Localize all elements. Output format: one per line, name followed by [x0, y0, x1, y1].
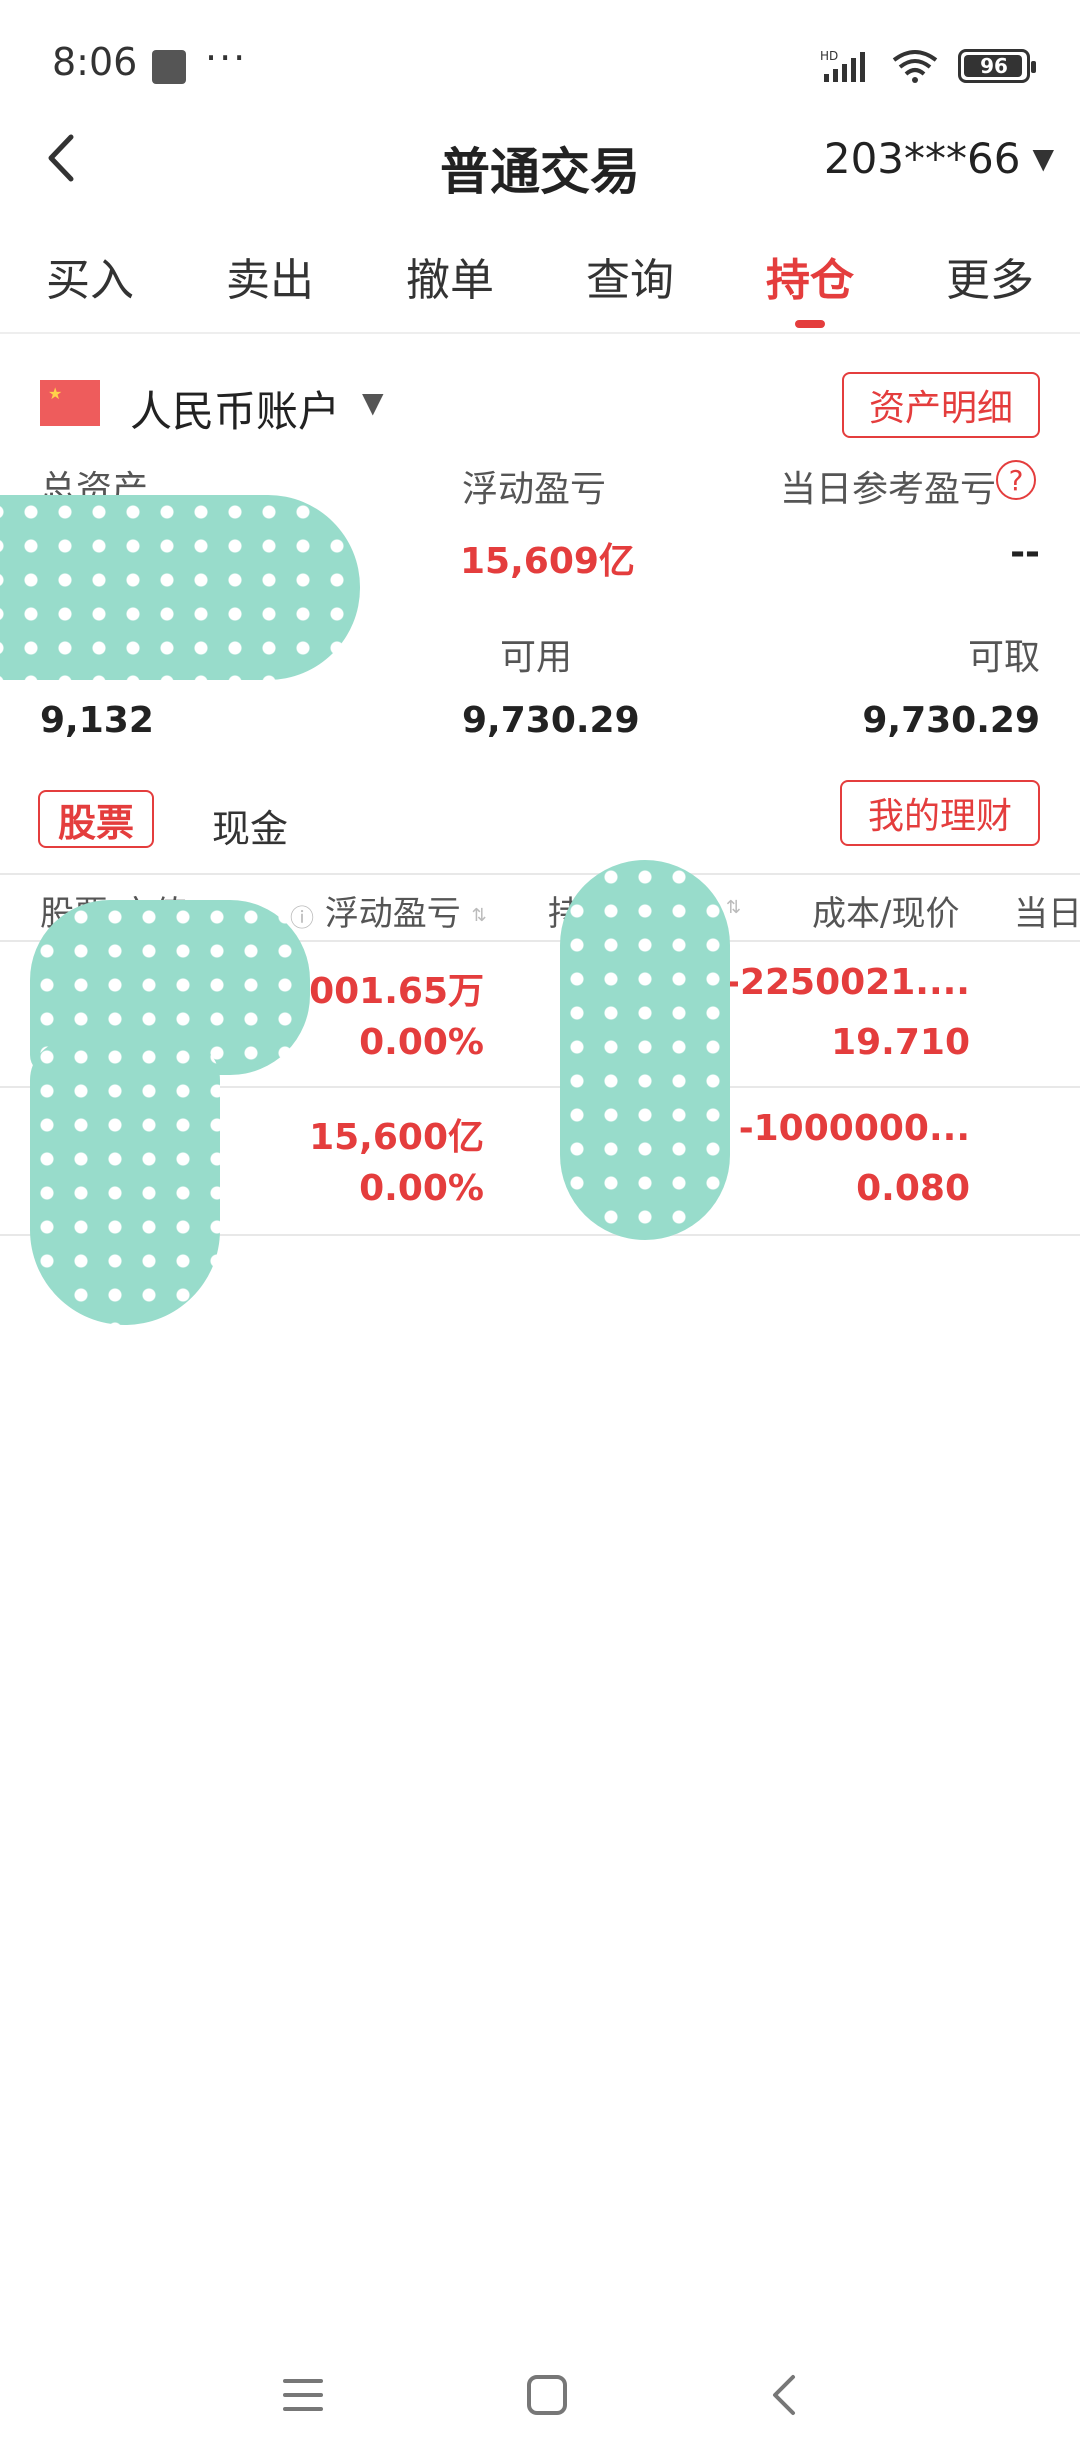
tab-cancel[interactable]: 撤单 — [360, 244, 540, 334]
pl-amount: 15,600亿 — [309, 1117, 484, 1158]
menu-icon[interactable] — [281, 2375, 325, 2415]
sort-icon: ⇅ — [471, 905, 487, 926]
cost-price: -1000000... — [738, 1108, 970, 1149]
my-finance-button[interactable]: 我的理财 — [840, 780, 1040, 846]
daily-pl-value: -- — [1010, 532, 1040, 573]
col-cost-label: 成本/现价 — [812, 894, 960, 934]
account-number: 203***66 — [823, 134, 1021, 183]
current-price: 19.710 — [831, 1022, 970, 1063]
subtab-cash[interactable]: 现金 — [212, 798, 288, 853]
available-value: 9,730.29 — [462, 700, 640, 741]
home-icon[interactable] — [525, 2373, 569, 2417]
help-icon[interactable]: ⓘ — [290, 904, 314, 932]
caret-down-icon[interactable]: ▼ — [362, 386, 384, 419]
battery-icon: 96 — [958, 49, 1036, 83]
current-price: 0.080 — [856, 1168, 970, 1209]
tab-sell[interactable]: 卖出 — [180, 244, 360, 334]
tab-holdings[interactable]: 持仓 — [720, 244, 900, 334]
cost-price: -2250021.... — [725, 962, 970, 1003]
tabs-divider — [0, 332, 1080, 334]
daily-pl-label: 当日参考盈亏 — [779, 469, 996, 510]
svg-text:HD: HD — [820, 49, 838, 63]
floating-pl-value: 15,609亿 — [460, 541, 635, 582]
pl-percent: 0.00% — [359, 1022, 484, 1063]
col-position-sort[interactable]: ⇅ — [726, 886, 741, 926]
col-pl-header[interactable]: ⓘ 浮动盈亏 ⇅ — [290, 886, 487, 935]
tab-buy[interactable]: 买入 — [0, 244, 180, 334]
col-daily-header[interactable]: 当日 — [1014, 886, 1080, 935]
tab-query[interactable]: 查询 — [540, 244, 720, 334]
asset-detail-button[interactable]: 资产明细 — [842, 372, 1040, 438]
redaction-mark — [560, 860, 730, 1240]
available-label: 可用 — [500, 637, 573, 678]
signal-icon: HD — [820, 49, 865, 82]
subtab-stock[interactable]: 股票 — [38, 790, 154, 848]
floating-pl-label: 浮动盈亏 — [462, 469, 607, 510]
battery-level: 96 — [980, 54, 1008, 78]
more-notifications-icon: ··· — [205, 36, 248, 80]
notification-icon — [152, 50, 186, 84]
status-icons: HD 96 — [820, 44, 1036, 88]
cn-flag-icon: ★ — [40, 380, 100, 426]
back-nav-icon[interactable] — [769, 2373, 799, 2417]
withdrawable-value: 9,730.29 — [862, 700, 1040, 741]
redaction-mark — [0, 495, 360, 680]
wifi-icon — [892, 50, 938, 83]
sort-icon: ⇅ — [726, 897, 742, 918]
col-pl-label: 浮动盈亏 — [324, 894, 461, 934]
withdrawable-label: 可取 — [967, 637, 1040, 678]
tab-more[interactable]: 更多 — [900, 244, 1080, 334]
account-selector[interactable]: 203***66 ▼ — [824, 134, 1054, 183]
redaction-mark — [30, 1040, 220, 1325]
caret-down-icon: ▼ — [1032, 142, 1054, 175]
help-icon[interactable]: ? — [996, 460, 1036, 500]
col-daily-label: 当日 — [1014, 894, 1080, 934]
table-top-divider — [0, 873, 1080, 875]
pl-percent: 0.00% — [359, 1168, 484, 1209]
col-cost-header[interactable]: 成本/现价 — [812, 886, 959, 935]
market-value: 9,132 — [40, 700, 154, 741]
trade-tabs: 买入 卖出 撤单 查询 持仓 更多 — [0, 244, 1080, 334]
account-currency-label[interactable]: 人民币账户 — [130, 378, 340, 439]
pl-amount: ,001.65万 — [295, 971, 484, 1012]
status-time: 8:06 — [52, 40, 138, 84]
system-nav-bar — [0, 2350, 1080, 2440]
